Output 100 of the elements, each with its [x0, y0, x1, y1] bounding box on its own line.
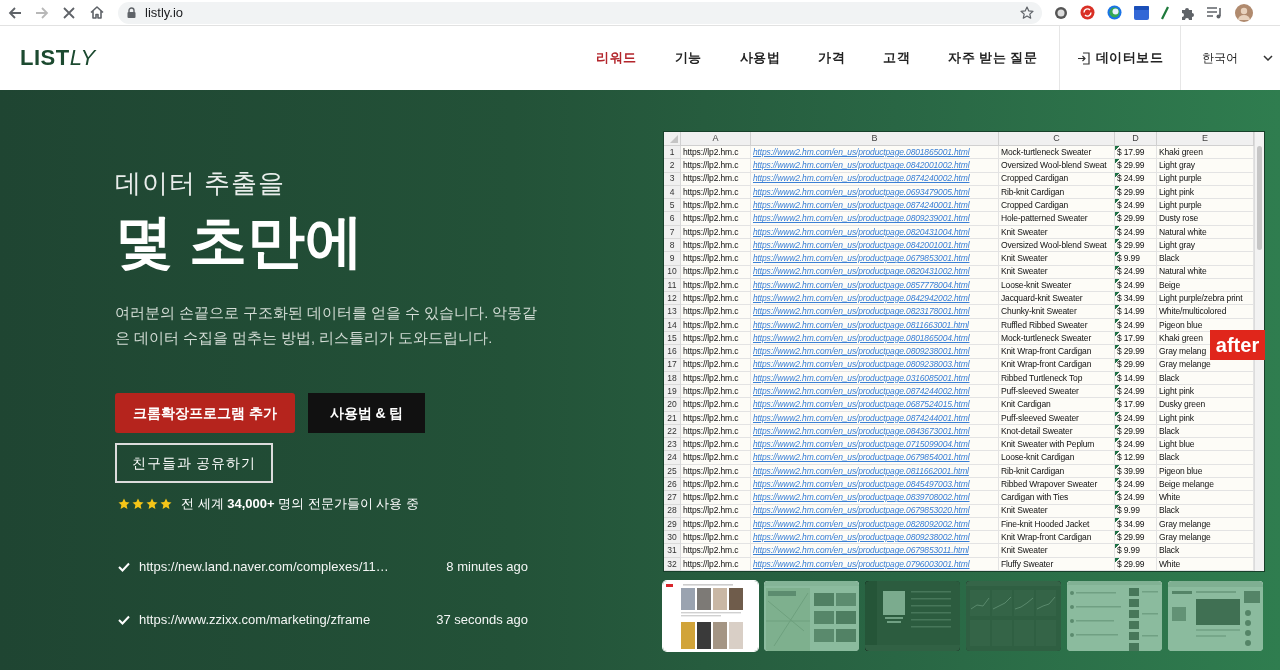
thumbnail-button[interactable] — [764, 581, 859, 651]
row-number[interactable]: 26 — [664, 478, 681, 492]
swirl-circle-icon[interactable] — [1107, 5, 1122, 20]
table-cell: https://lp2.hm.c — [681, 252, 751, 266]
sync-circle-icon[interactable] — [1080, 5, 1095, 20]
lock-icon — [127, 7, 136, 18]
table-cell: https://www2.hm.com/en_us/productpage.0809238003.html — [751, 358, 999, 372]
table-cell: https://lp2.hm.c — [681, 451, 751, 465]
home-icon[interactable] — [90, 6, 104, 19]
avatar-icon[interactable] — [1235, 3, 1253, 22]
square-tile-icon[interactable] — [1134, 5, 1149, 20]
back-arrow-icon[interactable] — [8, 5, 22, 20]
action-button[interactable]: 친구들과 공유하기 — [115, 443, 273, 483]
row-number[interactable]: 20 — [664, 398, 681, 412]
table-cell: https://www2.hm.com/en_us/productpage.0811662001.html — [751, 464, 999, 479]
table-cell: Knit Sweater — [999, 544, 1115, 558]
table-cell: Knit Wrap-front Cardigan — [999, 531, 1115, 545]
table-cell: $ 29.99 — [1115, 424, 1157, 439]
table-cell: Loose-knit Cardigan — [999, 451, 1115, 465]
address-bar[interactable]: listly.io — [118, 1, 1042, 24]
puzzle-icon[interactable] — [1181, 5, 1195, 20]
table-cell: https://www2.hm.com/en_us/productpage.0809238002.html — [751, 531, 999, 545]
thumbnail-button[interactable] — [966, 581, 1061, 651]
table-cell: https://lp2.hm.c — [681, 212, 751, 226]
table-cell: $ 29.99 — [1115, 159, 1157, 173]
table-cell: https://lp2.hm.c — [681, 424, 751, 439]
table-cell: $ 24.99 — [1115, 385, 1157, 399]
column-header[interactable]: E — [1157, 132, 1254, 146]
row-number[interactable]: 13 — [664, 305, 681, 319]
thumbnail-button[interactable] — [865, 581, 960, 651]
row-number[interactable]: 31 — [664, 544, 681, 558]
table-cell: https://www2.hm.com/en_us/productpage.0874244002.html — [751, 385, 999, 399]
after-badge: after — [1210, 330, 1265, 360]
row-number[interactable]: 12 — [664, 292, 681, 306]
table-cell: Knit Cardigan — [999, 398, 1115, 412]
nav-link[interactable]: 자주 받는 질문 — [948, 48, 1038, 68]
dashboard-link[interactable]: 데이터보드 — [1076, 48, 1163, 68]
nav-link[interactable]: 사용법 — [739, 48, 781, 68]
playlist-icon[interactable] — [1207, 6, 1223, 19]
table-cell: https://lp2.hm.c — [681, 464, 751, 479]
table-cell: https://lp2.hm.c — [681, 238, 751, 253]
column-header[interactable]: D — [1115, 132, 1157, 146]
circle-icon[interactable] — [1054, 5, 1068, 20]
row-number[interactable]: 9 — [664, 252, 681, 266]
table-cell: Puff-sleeved Sweater — [999, 385, 1115, 399]
table-cell: https://www2.hm.com/en_us/productpage.0828092002.html — [751, 517, 999, 532]
table-cell: Mock-turtleneck Sweater — [999, 146, 1115, 160]
hero-subtitle: 데이터 추출을 — [115, 167, 286, 199]
table-cell: $ 29.99 — [1115, 238, 1157, 253]
row-number[interactable]: 27 — [664, 491, 681, 505]
check-icon — [118, 614, 130, 625]
column-header[interactable]: B — [751, 132, 999, 146]
thumbnail-button[interactable] — [663, 581, 758, 651]
logo[interactable]: LISTLY — [20, 47, 96, 69]
language-selector[interactable]: 한국어 — [1202, 49, 1273, 67]
table-cell: $ 17.99 — [1115, 398, 1157, 412]
table-cell: https://www2.hm.com/en_us/productpage.0687524015.html — [751, 398, 999, 412]
chevron-down-icon — [1263, 55, 1273, 61]
column-header[interactable]: A — [681, 132, 751, 146]
table-cell: https://lp2.hm.c — [681, 305, 751, 319]
url-text: https://new.land.naver.com/complexes/11… — [139, 557, 389, 576]
nav-link[interactable]: 기능 — [674, 48, 702, 68]
table-cell: https://www2.hm.com/en_us/productpage.0801865001.html — [751, 146, 999, 160]
table-cell: $ 29.99 — [1115, 531, 1157, 545]
nav-link[interactable]: 가격 — [818, 48, 846, 68]
row-number[interactable]: 2 — [664, 159, 681, 173]
row-number[interactable]: 5 — [664, 199, 681, 213]
table-cell: Hole-patterned Sweater — [999, 212, 1115, 226]
action-button[interactable]: 크롬확장프로그램 추가 — [115, 393, 295, 433]
row-number[interactable]: 23 — [664, 438, 681, 452]
table-cell: https://lp2.hm.c — [681, 438, 751, 452]
row-number[interactable]: 24 — [664, 451, 681, 465]
table-cell: https://lp2.hm.c — [681, 504, 751, 518]
row-number[interactable]: 6 — [664, 212, 681, 226]
stop-loading-icon[interactable] — [63, 6, 75, 19]
table-cell: $ 29.99 — [1115, 185, 1157, 200]
row-number[interactable]: 30 — [664, 531, 681, 545]
table-cell: https://www2.hm.com/en_us/productpage.0845497003.html — [751, 478, 999, 492]
column-header[interactable]: C — [999, 132, 1115, 146]
row-number[interactable]: 1 — [664, 146, 681, 160]
slash-icon[interactable] — [1161, 5, 1169, 20]
bookmark-star-icon[interactable] — [1020, 5, 1034, 20]
nav-link[interactable]: 리워드 — [596, 48, 637, 68]
row-number[interactable]: 16 — [664, 345, 681, 359]
table-cell: Cropped Cardigan — [999, 172, 1115, 186]
table-cell: $ 17.99 — [1115, 331, 1157, 346]
table-cell: https://www2.hm.com/en_us/productpage.0823178001.html — [751, 305, 999, 319]
table-cell: $ 12.99 — [1115, 451, 1157, 465]
thumbnail-button[interactable] — [1168, 581, 1263, 651]
table-cell: https://www2.hm.com/en_us/productpage.0693479005.html — [751, 185, 999, 200]
action-button[interactable]: 사용법 & 팁 — [308, 393, 425, 433]
nav-link[interactable]: 고객 — [883, 48, 911, 68]
url-text: https://www.zzixx.com/marketing/zframe — [139, 610, 371, 629]
table-cell: Knit Sweater with Peplum — [999, 438, 1115, 452]
table-cell: $ 9.99 — [1115, 544, 1157, 558]
row-number[interactable]: 19 — [664, 385, 681, 399]
hero-title: 몇 초만에 — [115, 209, 364, 273]
thumbnail-button[interactable] — [1067, 581, 1162, 651]
table-cell: $ 24.99 — [1115, 491, 1157, 505]
table-cell: $ 34.99 — [1115, 517, 1157, 532]
